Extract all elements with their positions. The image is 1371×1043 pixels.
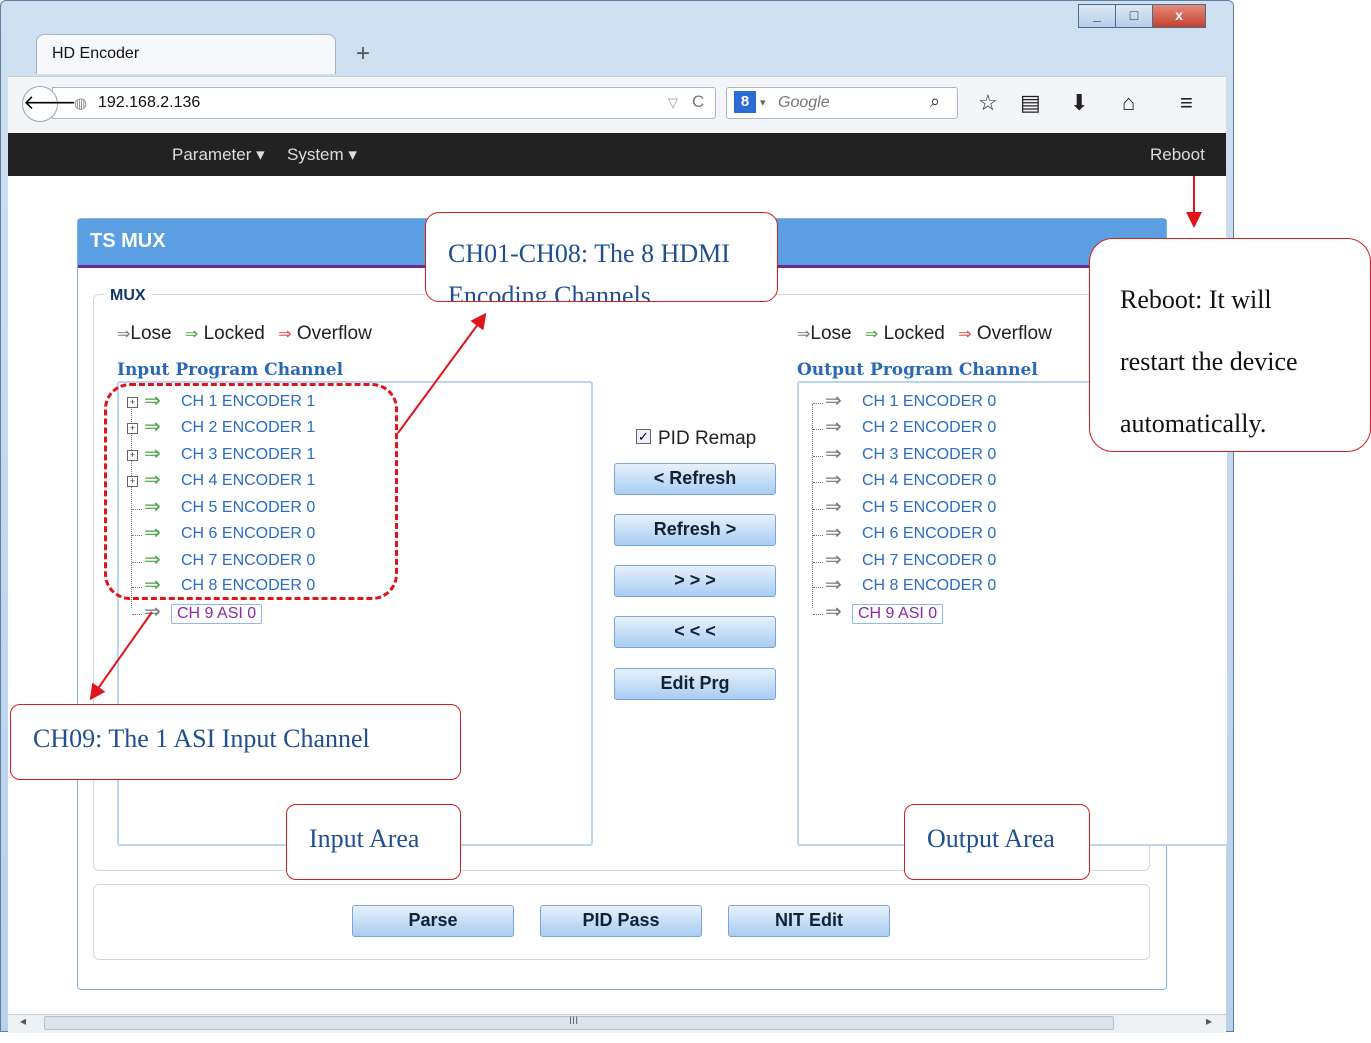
callout-line: automatically.: [1120, 409, 1267, 438]
input-area-callout: Input Area: [286, 804, 461, 880]
callout-line: Input Area: [309, 824, 420, 853]
callout-line: Reboot: It will: [1120, 285, 1272, 314]
annotation-arrows: [89, 176, 1202, 701]
ch09-arrow: [89, 611, 153, 701]
callout-line: restart the device: [1120, 347, 1298, 376]
ch01-08-callout: CH01-CH08: The 8 HDMI Encoding Channels: [425, 212, 778, 302]
output-area-callout: Output Area: [904, 804, 1090, 880]
ch09-callout: CH09: The 1 ASI Input Channel: [10, 704, 461, 780]
callout-line: Output Area: [927, 824, 1055, 853]
callout-line: Encoding Channels: [448, 281, 651, 302]
callout-line: CH09: The 1 ASI Input Channel: [33, 724, 370, 753]
callout-line: CH01-CH08: The 8 HDMI: [448, 239, 730, 268]
reboot-callout: Reboot: It will restart the device autom…: [1089, 238, 1371, 452]
ch01-08-arrow: [397, 312, 487, 434]
